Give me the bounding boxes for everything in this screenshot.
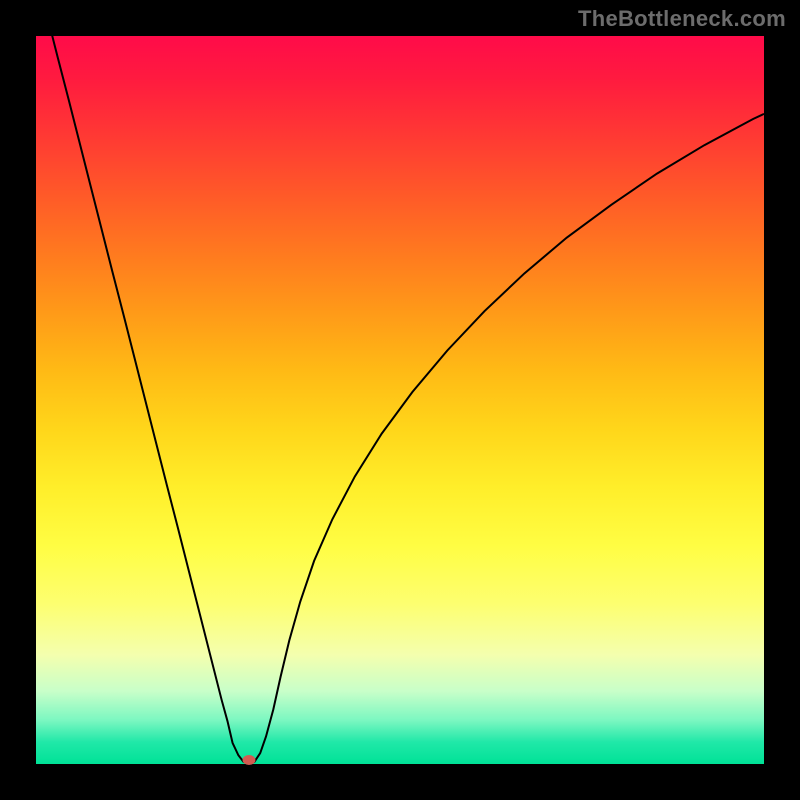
bottleneck-curve [36,36,764,764]
optimal-point-marker [243,755,256,765]
watermark-text: TheBottleneck.com [578,6,786,32]
chart-frame: TheBottleneck.com [0,0,800,800]
